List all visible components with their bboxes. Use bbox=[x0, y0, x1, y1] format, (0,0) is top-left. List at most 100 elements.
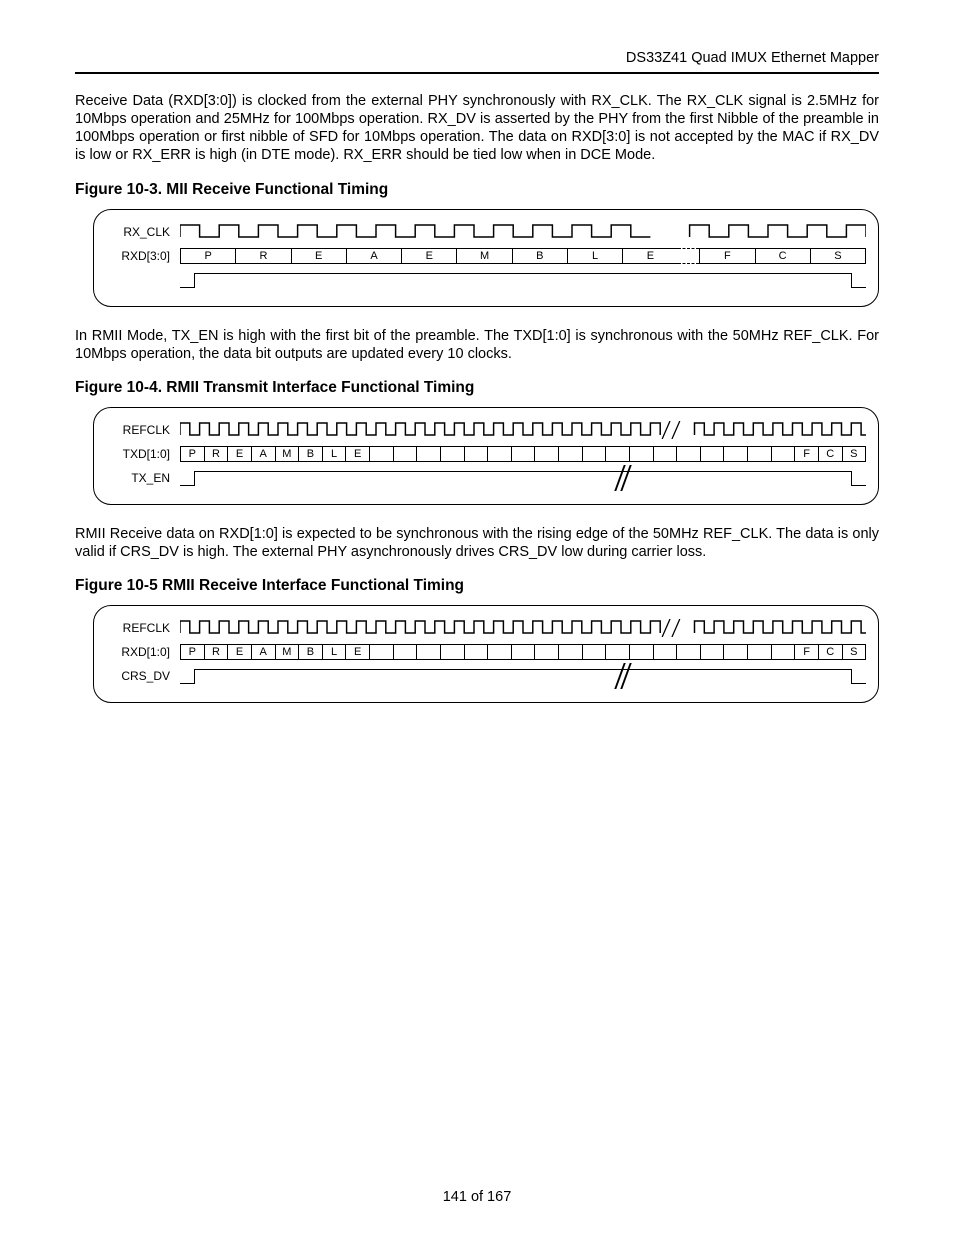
cell bbox=[676, 446, 700, 462]
cell: E bbox=[227, 446, 251, 462]
cell: S bbox=[842, 644, 867, 660]
cell bbox=[487, 644, 511, 660]
cell bbox=[369, 644, 393, 660]
cell: C bbox=[818, 446, 842, 462]
cell: A bbox=[346, 248, 401, 264]
header-product: DS33Z41 Quad IMUX Ethernet Mapper bbox=[75, 50, 879, 72]
cell bbox=[511, 446, 535, 462]
figure-10-5-title: Figure 10-5 RMII Receive Interface Funct… bbox=[75, 577, 879, 595]
cell bbox=[700, 446, 724, 462]
cell bbox=[582, 644, 606, 660]
figure-10-3-diagram: RX_CLK RXD[3:0] P R E A E M B L E F C S bbox=[93, 209, 879, 307]
cell bbox=[629, 644, 653, 660]
cell bbox=[558, 644, 582, 660]
sig-label-refclk-105: REFCLK bbox=[106, 621, 174, 635]
cell: P bbox=[180, 248, 235, 264]
data-cells-103: P R E A E M B L E F C S bbox=[180, 248, 866, 264]
cell bbox=[464, 644, 488, 660]
cell bbox=[440, 644, 464, 660]
waveform-refclk-104 bbox=[180, 421, 866, 439]
header-rule bbox=[75, 72, 879, 74]
cell: F bbox=[699, 248, 754, 264]
cell: S bbox=[810, 248, 866, 264]
cell bbox=[771, 446, 795, 462]
cell: L bbox=[322, 644, 346, 660]
sig-label-rxd10: RXD[1:0] bbox=[106, 645, 174, 659]
cell: C bbox=[755, 248, 810, 264]
cell: M bbox=[275, 446, 299, 462]
cell: E bbox=[622, 248, 677, 264]
cell: L bbox=[322, 446, 346, 462]
cell bbox=[653, 644, 677, 660]
cell bbox=[393, 644, 417, 660]
cell: P bbox=[180, 446, 204, 462]
sig-label-txd: TXD[1:0] bbox=[106, 447, 174, 461]
cell: F bbox=[794, 644, 818, 660]
data-cells-104: PREAMBLEFCS bbox=[180, 446, 866, 462]
cell: L bbox=[567, 248, 622, 264]
sig-label-txen: TX_EN bbox=[106, 471, 174, 485]
cell bbox=[416, 644, 440, 660]
cell bbox=[771, 644, 795, 660]
cell bbox=[534, 644, 558, 660]
cell bbox=[653, 446, 677, 462]
cell: A bbox=[251, 446, 275, 462]
cell: B bbox=[298, 644, 322, 660]
cell bbox=[676, 644, 700, 660]
enable-line-104 bbox=[180, 469, 866, 487]
cell bbox=[700, 644, 724, 660]
cell: R bbox=[204, 644, 228, 660]
figure-10-4-diagram: REFCLK TXD[1:0] PREAMBLEFCS TX_EN bbox=[93, 407, 879, 505]
cell bbox=[558, 446, 582, 462]
cell: E bbox=[401, 248, 456, 264]
cell bbox=[582, 446, 606, 462]
cell: R bbox=[204, 446, 228, 462]
cell: F bbox=[794, 446, 818, 462]
cell bbox=[723, 644, 747, 660]
cell: E bbox=[345, 644, 369, 660]
cell bbox=[440, 446, 464, 462]
cell bbox=[416, 446, 440, 462]
waveform-rxclk bbox=[180, 223, 866, 241]
figure-10-5-diagram: REFCLK RXD[1:0] PREAMBLEFCS CRS_DV bbox=[93, 605, 879, 703]
cell: B bbox=[512, 248, 567, 264]
cell bbox=[747, 446, 771, 462]
cell bbox=[605, 644, 629, 660]
cell: A bbox=[251, 644, 275, 660]
sig-label-rxclk: RX_CLK bbox=[106, 225, 174, 239]
cell: M bbox=[456, 248, 511, 264]
enable-line-105 bbox=[180, 667, 866, 685]
cell-gap bbox=[678, 248, 700, 264]
cell bbox=[464, 446, 488, 462]
page-footer: 141 of 167 bbox=[0, 1189, 954, 1205]
enable-line-103 bbox=[180, 271, 866, 289]
cell: C bbox=[818, 644, 842, 660]
cell bbox=[487, 446, 511, 462]
paragraph-1: Receive Data (RXD[3:0]) is clocked from … bbox=[75, 92, 879, 165]
sig-label-rxd: RXD[3:0] bbox=[106, 249, 174, 263]
cell: E bbox=[345, 446, 369, 462]
paragraph-3: RMII Receive data on RXD[1:0] is expecte… bbox=[75, 525, 879, 561]
cell: M bbox=[275, 644, 299, 660]
sig-label-crsdv: CRS_DV bbox=[106, 669, 174, 683]
cell: P bbox=[180, 644, 204, 660]
figure-10-4-title: Figure 10-4. RMII Transmit Interface Fun… bbox=[75, 379, 879, 397]
cell bbox=[393, 446, 417, 462]
data-cells-105: PREAMBLEFCS bbox=[180, 644, 866, 660]
cell bbox=[605, 446, 629, 462]
cell: S bbox=[842, 446, 867, 462]
cell bbox=[629, 446, 653, 462]
waveform-refclk-105 bbox=[180, 619, 866, 637]
cell bbox=[511, 644, 535, 660]
cell bbox=[534, 446, 558, 462]
sig-label-refclk-104: REFCLK bbox=[106, 423, 174, 437]
cell: E bbox=[291, 248, 346, 264]
cell bbox=[747, 644, 771, 660]
cell: B bbox=[298, 446, 322, 462]
cell: R bbox=[235, 248, 290, 264]
cell bbox=[369, 446, 393, 462]
figure-10-3-title: Figure 10-3. MII Receive Functional Timi… bbox=[75, 181, 879, 199]
cell: E bbox=[227, 644, 251, 660]
cell bbox=[723, 446, 747, 462]
paragraph-2: In RMII Mode, TX_EN is high with the fir… bbox=[75, 327, 879, 363]
